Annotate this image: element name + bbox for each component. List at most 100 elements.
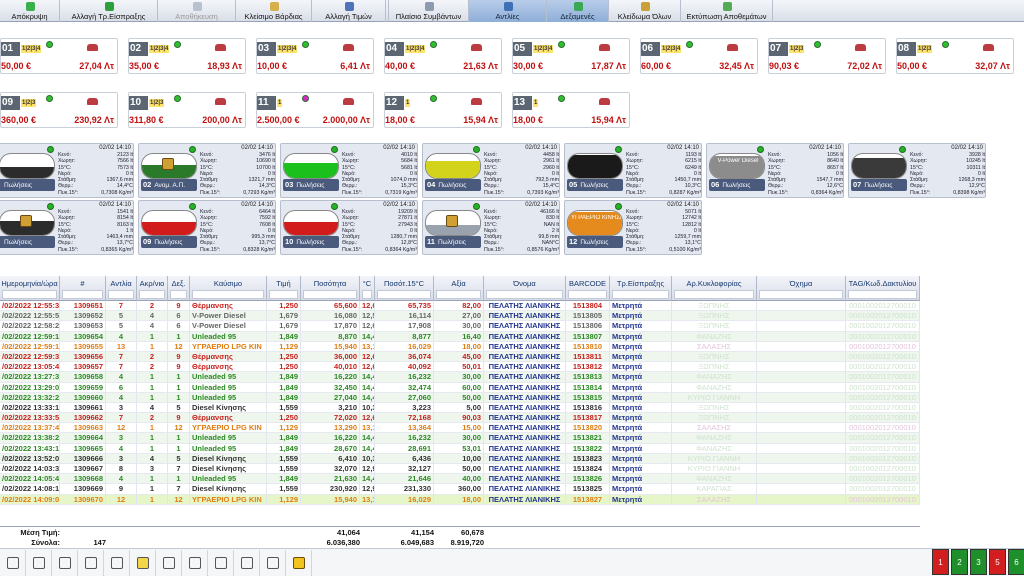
- column-header[interactable]: Καύσιμο: [190, 276, 267, 301]
- table-row[interactable]: /02/2022 13:52:07 1309666 3 4 5 Diesel Κίνηση…: [0, 453, 920, 464]
- toolbar-button-6[interactable]: Αντλίες: [469, 0, 547, 22]
- table-cell: Diesel Κίνησης: [190, 464, 267, 474]
- table-row[interactable]: /02/2022 12:59:19 1309655 13 1 12 ΥΓΡΑΕΡΙΟ LP…: [0, 341, 920, 352]
- wrench-icon[interactable]: [260, 549, 286, 576]
- column-header[interactable]: BARCODE: [566, 276, 610, 301]
- table-row[interactable]: /02/2022 13:43:14 1309665 4 1 1 Unleaded 95 1,…: [0, 443, 920, 454]
- tank-card[interactable]: 02/02 14:10 Θέρμανσης 09 Πωλήσεις Κενό: 6464 …: [138, 200, 276, 255]
- pump-03[interactable]: 03 1|2|3|4 10,00 € 6,41 Λτ: [256, 38, 374, 74]
- column-header[interactable]: Ημερομηνία/ώρα: [0, 276, 60, 301]
- table-row[interactable]: /02/2022 13:32:20 1309660 4 1 1 Unleaded 95 1,…: [0, 392, 920, 403]
- column-header[interactable]: Τρ.Είσπραξης: [610, 276, 672, 301]
- table-row[interactable]: /02/2022 13:38:23 1309664 3 1 1 Unleaded 95 1,…: [0, 433, 920, 444]
- table-row[interactable]: /02/2022 14:05:48 1309668 4 1 1 Unleaded 95 1,…: [0, 474, 920, 485]
- table-row[interactable]: /02/2022 12:58:27 1309653 5 4 6 V-Power Diese…: [0, 321, 920, 332]
- tank-card[interactable]: 02/02 14:10 05 Πωλήσεις Κενό: 1193 lt Χωρητ: 6…: [564, 143, 702, 198]
- tank-card[interactable]: 02/02 14:10 Πωλήσεις Κενό: 2123 lt Χωρητ: 756…: [0, 143, 134, 198]
- status-square-2[interactable]: 2: [951, 549, 968, 575]
- pump-09[interactable]: 09 1|2|3 360,00 € 230,92 Λτ: [0, 92, 118, 128]
- toolbar-button-3[interactable]: Κλείσιμο Βάρδιας: [236, 0, 312, 22]
- tank-card[interactable]: 02/02 14:10 03 Πωλήσεις Κενό: 4010 lt Χωρητ: 5…: [280, 143, 418, 198]
- pump-08[interactable]: 08 1|2|3 50,00 € 32,07 Λτ: [896, 38, 1014, 74]
- table-row[interactable]: /02/2022 12:59:16 1309654 4 1 1 Unleaded 95 1,…: [0, 331, 920, 342]
- column-header[interactable]: Αξία: [434, 276, 484, 301]
- table-row[interactable]: /02/2022 13:29:05 1309659 6 1 1 Unleaded 95 1,…: [0, 382, 920, 393]
- tank-card[interactable]: 02/02 14:10 V-Power Diesel 06 Πωλήσεις Κενό:…: [706, 143, 844, 198]
- printer-icon[interactable]: [26, 549, 52, 576]
- warning-icon[interactable]: [286, 549, 312, 576]
- pump-02[interactable]: 02 1|2|3|4 35,00 € 18,93 Λτ: [128, 38, 246, 74]
- pump-13[interactable]: 13 1 18,00 € 15,94 Λτ: [512, 92, 630, 128]
- toolbar-button-8[interactable]: Κλείδωμα Όλων: [609, 0, 681, 22]
- status-square-6[interactable]: 6: [1008, 549, 1024, 575]
- table-row[interactable]: /02/2022 14:08:15 1309669 9 1 7 Diesel Κίνηση…: [0, 484, 920, 495]
- status-square-1[interactable]: 1: [932, 549, 949, 575]
- nozzle-icon[interactable]: [104, 549, 130, 576]
- tank-card[interactable]: 02/02 14:10 07 Πωλήσεις Κενό: 3928 lt Χωρητ: 1…: [848, 143, 986, 198]
- column-header[interactable]: Ακρ/νιο: [137, 276, 168, 301]
- pump-11[interactable]: 11 1 2.500,00 € 2.000,00 Λτ: [256, 92, 374, 128]
- tank-fill: [426, 160, 480, 178]
- tank-card[interactable]: 02/02 14:10 10 Πωλήσεις Κενό: 19209 lt Χωρητ:…: [280, 200, 418, 255]
- column-header[interactable]: Όνομα: [484, 276, 566, 301]
- table-cell: 1: [168, 443, 190, 453]
- column-header[interactable]: Αρ.Κυκλοφορίας: [672, 276, 757, 301]
- tools-icon[interactable]: [156, 549, 182, 576]
- toolbar-button-4[interactable]: Αλλαγή Τιμών: [312, 0, 386, 22]
- status-square-5[interactable]: 5: [989, 549, 1006, 575]
- table-row[interactable]: /02/2022 13:27:34 1309658 4 1 1 Unleaded 95 1,…: [0, 372, 920, 383]
- pump-status-dot: [302, 95, 309, 102]
- toolbar-button-1[interactable]: Αλλαγή Τρ.Είσπραξης: [60, 0, 158, 22]
- meter-icon[interactable]: [78, 549, 104, 576]
- column-header[interactable]: Δεξ.: [168, 276, 190, 301]
- pump-12[interactable]: 12 1 18,00 € 15,94 Λτ: [384, 92, 502, 128]
- table-row[interactable]: /02/2022 13:37:41 1309663 12 1 12 ΥΓΡΑΕΡΙΟ LP…: [0, 423, 920, 434]
- table-cell: 30,00: [434, 321, 484, 331]
- barrel-icon[interactable]: [182, 549, 208, 576]
- drawer-icon[interactable]: [0, 549, 26, 576]
- pencil-icon[interactable]: [234, 549, 260, 576]
- column-header[interactable]: °C: [360, 276, 375, 301]
- tank-info: Κενό: 2123 lt Χωρητ: 7566 lt 15°C: 7573 lt Νερ…: [58, 152, 133, 196]
- pump-01[interactable]: 01 1|2|3|4 50,00 € 27,04 Λτ: [0, 38, 118, 74]
- tank-card[interactable]: 02/02 14:10 Πωλήσεις Κενό: 1541 lt Χωρητ: 815…: [0, 200, 134, 255]
- column-header[interactable]: TAG/Κωδ.Δακτυλίου: [846, 276, 920, 301]
- column-header[interactable]: Αντλία: [106, 276, 137, 301]
- grid-icon[interactable]: [52, 549, 78, 576]
- pump-07[interactable]: 07 1|2|3 90,03 € 72,02 Λτ: [768, 38, 886, 74]
- pump-05[interactable]: 05 1|2|3|4 30,00 € 17,87 Λτ: [512, 38, 630, 74]
- column-header[interactable]: Ποσότητα: [301, 276, 360, 301]
- table-cell: Μετρητά: [610, 321, 672, 331]
- tank-card[interactable]: 02/02 14:10ΥΓΡΑΕΡΙΟ ΚΙΝΗΣΗΣ12ΠωλήσειςΚεν…: [564, 200, 702, 255]
- pump-10[interactable]: 10 1|2|3 311,80 € 200,00 Λτ: [128, 92, 246, 128]
- table-cell: 18,00: [434, 494, 484, 504]
- table-row[interactable]: /02/2022 13:05:45 1309657 7 2 9 Θέρμανσης 1,25…: [0, 362, 920, 373]
- tank-card[interactable]: 02/02 14:10 04 Πωλήσεις Κενό: 4458 lt Χωρητ: 2…: [422, 143, 560, 198]
- table-row[interactable]: /02/2022 14:03:39 1309667 8 3 7 Diesel Κίνηση…: [0, 464, 920, 475]
- pump-status-dot: [302, 41, 309, 48]
- column-header[interactable]: Τιμή: [267, 276, 301, 301]
- table-row[interactable]: /02/2022 12:59:37 1309656 7 2 9 Θέρμανσης 1,25…: [0, 351, 920, 363]
- tank-fill: [568, 155, 622, 178]
- pump-06[interactable]: 06 1|2|3|4 60,00 € 32,45 Λτ: [640, 38, 758, 74]
- column-header[interactable]: Ποσότ.15°C: [375, 276, 434, 301]
- table-row[interactable]: /02/2022 13:33:13 1309661 3 4 5 Diesel Κίνηση…: [0, 402, 920, 414]
- tank-date: 02/02 14:10: [383, 202, 415, 208]
- toolbar-button-0[interactable]: Απόκρυψη: [0, 0, 60, 22]
- table-row[interactable]: /02/2022 12:55:59 1309652 5 4 6 V-Power Diese…: [0, 311, 920, 322]
- tank-card[interactable]: 02/02 14:10 11 Πωλήσεις Κενό: 46166 lt Χωρητ:…: [422, 200, 560, 255]
- table-row[interactable]: /02/2022 14:09:02 1309670 12 1 12 ΥΓΡΑΕΡΙΟ LP…: [0, 494, 920, 505]
- table-row[interactable]: /02/2022 13:33:50 1309662 7 2 9 Θέρμανσης 1,25…: [0, 413, 920, 424]
- tank-card[interactable]: 02/02 14:10 02 Ανομ. Α.Π. Κενό: 3476 lt Χωρητ…: [138, 143, 276, 198]
- status-square-3[interactable]: 3: [970, 549, 987, 575]
- column-header[interactable]: #: [60, 276, 106, 301]
- toolbar-button-5[interactable]: Πλαίσιο Συμβάντων: [389, 0, 469, 22]
- column-header[interactable]: Όχημα: [757, 276, 846, 301]
- toolbar-button-2[interactable]: Αποθήκευση: [158, 0, 236, 22]
- sun-icon[interactable]: [130, 549, 156, 576]
- pump-04[interactable]: 04 1|2|3|4 40,00 € 21,63 Λτ: [384, 38, 502, 74]
- doc-icon[interactable]: [208, 549, 234, 576]
- toolbar-button-7[interactable]: Δεξαμενές: [547, 0, 609, 22]
- table-row[interactable]: /02/2022 12:55:38 1309651 7 2 9 Θέρμανσης 1,25…: [0, 301, 920, 312]
- toolbar-button-9[interactable]: Εκτύπωση Αποθεμάτων: [681, 0, 773, 22]
